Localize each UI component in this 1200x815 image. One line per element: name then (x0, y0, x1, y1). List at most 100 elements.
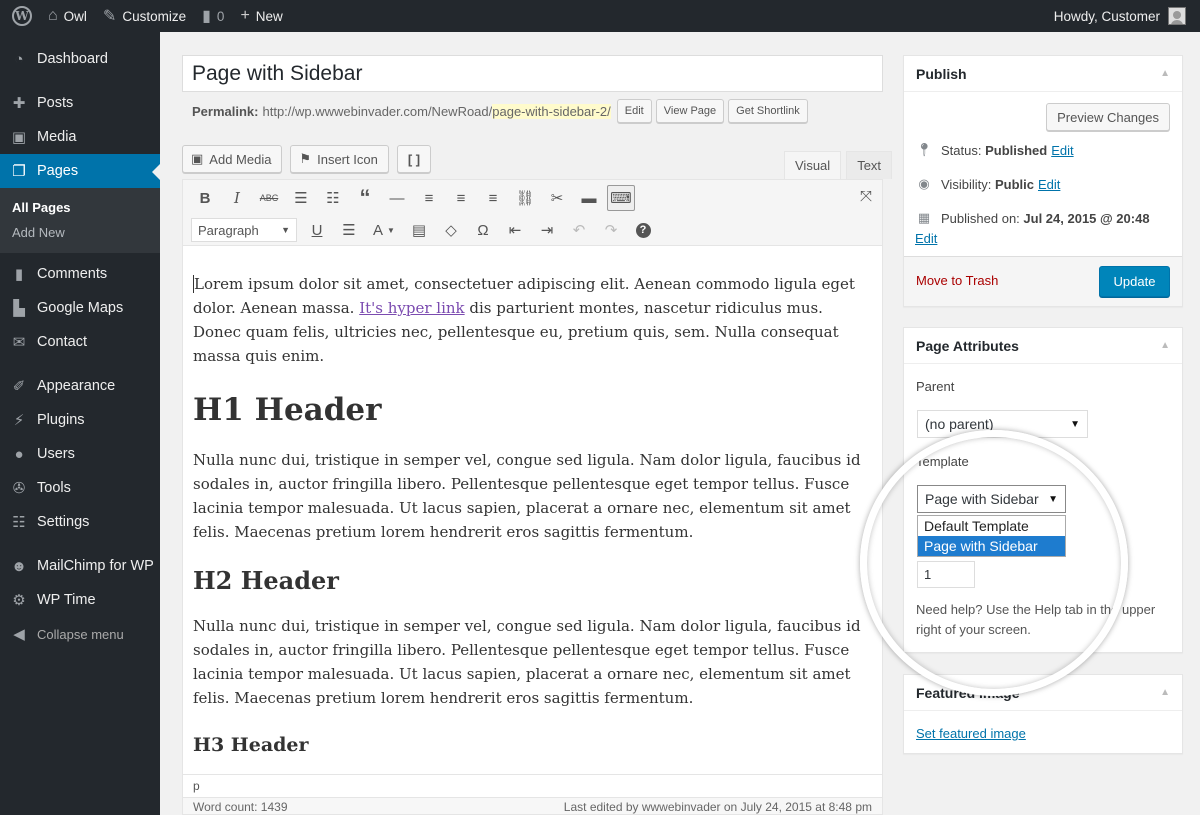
hyper-link[interactable]: It's hyper link (359, 299, 464, 317)
format-select[interactable]: Paragraph ▼ (191, 218, 297, 242)
submenu-all-pages[interactable]: All Pages (0, 195, 160, 220)
bullet-list-icon[interactable]: ☰ (287, 185, 315, 211)
account-menu[interactable]: Howdy, Customer (1046, 0, 1200, 32)
sidebar-item-contact[interactable]: ✉ Contact (0, 325, 160, 359)
featured-image-box: Featured Image ▲ Set featured image (903, 674, 1183, 754)
sidebar-item-tools[interactable]: ✇ Tools (0, 471, 160, 505)
template-option-page-with-sidebar[interactable]: Page with Sidebar (918, 536, 1065, 556)
sidebar-item-users[interactable]: ● Users (0, 437, 160, 471)
toolbar-toggle-icon[interactable]: ⌨ (607, 185, 635, 211)
sidebar-item-comments[interactable]: ▮ Comments (0, 257, 160, 291)
sidebar-item-media[interactable]: ▣ Media (0, 120, 160, 154)
featured-image-title: Featured Image (916, 684, 1020, 701)
featured-image-header[interactable]: Featured Image ▲ (904, 675, 1182, 711)
sidebar-item-label: Settings (37, 514, 90, 530)
collapse-menu-button[interactable]: ◀ Collapse menu (0, 617, 160, 651)
page-attributes-header[interactable]: Page Attributes ▲ (904, 328, 1182, 364)
align-right-icon[interactable]: ≡ (479, 185, 507, 211)
sidebar-item-pages[interactable]: ❐ Pages (0, 154, 160, 188)
read-more-icon[interactable]: ▬ (575, 185, 603, 211)
sidebar-item-dashboard[interactable]: ◔ Dashboard (0, 42, 160, 76)
sidebar-item-appearance[interactable]: ✐ Appearance (0, 369, 160, 403)
dashboard-icon: ◔ (14, 50, 24, 68)
insert-icon-button[interactable]: ⚑ Insert Icon (290, 145, 389, 173)
comments-link[interactable]: ▮ 0 (194, 0, 232, 32)
tab-text[interactable]: Text (846, 151, 893, 179)
italic-icon[interactable]: I (223, 185, 251, 211)
align-center-icon[interactable]: ≡ (447, 185, 475, 211)
collapse-toggle-icon[interactable]: ▲ (1160, 340, 1170, 351)
sidebar-item-google-maps[interactable]: ▙ Google Maps (0, 291, 160, 325)
submenu-add-new[interactable]: Add New (0, 220, 160, 245)
chevron-down-icon: ▼ (1070, 418, 1080, 430)
get-shortlink-button[interactable]: Get Shortlink (728, 99, 808, 123)
tab-visual[interactable]: Visual (784, 151, 842, 179)
view-page-button[interactable]: View Page (655, 99, 725, 123)
collapse-toggle-icon[interactable]: ▲ (1160, 68, 1170, 79)
update-button[interactable]: Update (1099, 266, 1170, 297)
bold-icon[interactable]: B (191, 185, 219, 211)
published-label: Published on: (941, 210, 1020, 226)
new-content-link[interactable]: + New (232, 0, 290, 32)
template-select[interactable]: Page with Sidebar ▼ (917, 485, 1066, 513)
editor-content[interactable]: Lorem ipsum dolor sit amet, consectetuer… (183, 246, 882, 758)
permalink-slug: page-with-sidebar-2/ (492, 103, 611, 119)
media-icon: ▣ (11, 129, 27, 146)
horizontal-line-icon[interactable]: — (383, 185, 411, 211)
sidebar-item-wp-time[interactable]: ⚙ WP Time (0, 583, 160, 617)
collapse-toggle-icon[interactable]: ▲ (1160, 687, 1170, 698)
order-input[interactable] (917, 561, 975, 588)
justify-icon[interactable]: ☰ (335, 217, 363, 243)
publish-actions: Move to Trash Update (904, 256, 1182, 306)
parent-select[interactable]: (no parent) ▼ (917, 410, 1088, 438)
sidebar-item-label: Appearance (37, 378, 116, 394)
heading-h1: H1 Header (193, 392, 382, 428)
special-character-icon[interactable]: Ω (469, 217, 497, 243)
underline-icon[interactable]: U (303, 217, 331, 243)
permalink-url[interactable]: http://wp.wwwebinvader.com/NewRoad/page-… (262, 103, 611, 119)
template-option-default[interactable]: Default Template (918, 516, 1065, 536)
redo-icon[interactable]: ↷ (597, 217, 625, 243)
sidebar-item-mailchimp[interactable]: ☻ MailChimp for WP (0, 549, 160, 583)
move-to-trash-link[interactable]: Move to Trash (916, 273, 998, 288)
unlink-icon[interactable]: ✂ (543, 185, 571, 211)
customize-link[interactable]: ✎ Customize (95, 0, 194, 32)
publish-header[interactable]: Publish ▲ (904, 56, 1182, 92)
sidebar-item-label: Comments (37, 266, 108, 282)
preview-changes-button[interactable]: Preview Changes (1046, 103, 1170, 131)
fullscreen-icon[interactable]: ⤧ (860, 188, 872, 205)
sidebar-item-settings[interactable]: ☷ Settings (0, 505, 160, 539)
flag-icon: ⚑ (299, 151, 312, 166)
help-icon[interactable]: ? (629, 217, 657, 243)
sidebar-item-plugins[interactable]: ⚡ Plugins (0, 403, 160, 437)
wordpress-logo-icon[interactable]: W (4, 0, 40, 32)
undo-icon[interactable]: ↶ (565, 217, 593, 243)
indent-icon[interactable]: ⇥ (533, 217, 561, 243)
edit-status-link[interactable]: Edit (1051, 143, 1073, 158)
sidebar-item-label: Contact (37, 334, 87, 350)
blockquote-icon[interactable]: “ (351, 185, 379, 211)
edit-visibility-link[interactable]: Edit (1038, 177, 1060, 192)
link-icon[interactable]: ⛓ (511, 185, 539, 211)
shortcode-button[interactable]: [ ] (396, 145, 432, 173)
add-media-button[interactable]: ▣ Add Media (182, 145, 283, 173)
paste-text-icon[interactable]: ▤ (405, 217, 433, 243)
sidebar-item-label: Google Maps (37, 300, 124, 316)
map-icon: ▙ (13, 300, 25, 317)
brush-icon: ✎ (102, 8, 117, 25)
edit-permalink-button[interactable]: Edit (616, 99, 652, 123)
align-left-icon[interactable]: ≡ (415, 185, 443, 211)
sidebar-item-label: WP Time (37, 592, 96, 608)
post-title-input[interactable] (182, 55, 883, 92)
edit-date-link[interactable]: Edit (915, 231, 937, 246)
text-color-icon[interactable]: A ▼ (367, 217, 401, 243)
set-featured-image-link[interactable]: Set featured image (916, 726, 1026, 741)
site-name-link[interactable]: ⌂ Owl (40, 0, 95, 32)
strikethrough-icon[interactable]: ABC (255, 185, 283, 211)
numbered-list-icon[interactable]: ☷ (319, 185, 347, 211)
outdent-icon[interactable]: ⇤ (501, 217, 529, 243)
sidebar-item-posts[interactable]: ✚ Posts (0, 86, 160, 120)
clear-formatting-icon[interactable]: ◇ (437, 217, 465, 243)
permalink-base: http://wp.wwwebinvader.com/NewRoad/ (262, 103, 493, 119)
heading-h3: H3 Header (193, 734, 309, 756)
